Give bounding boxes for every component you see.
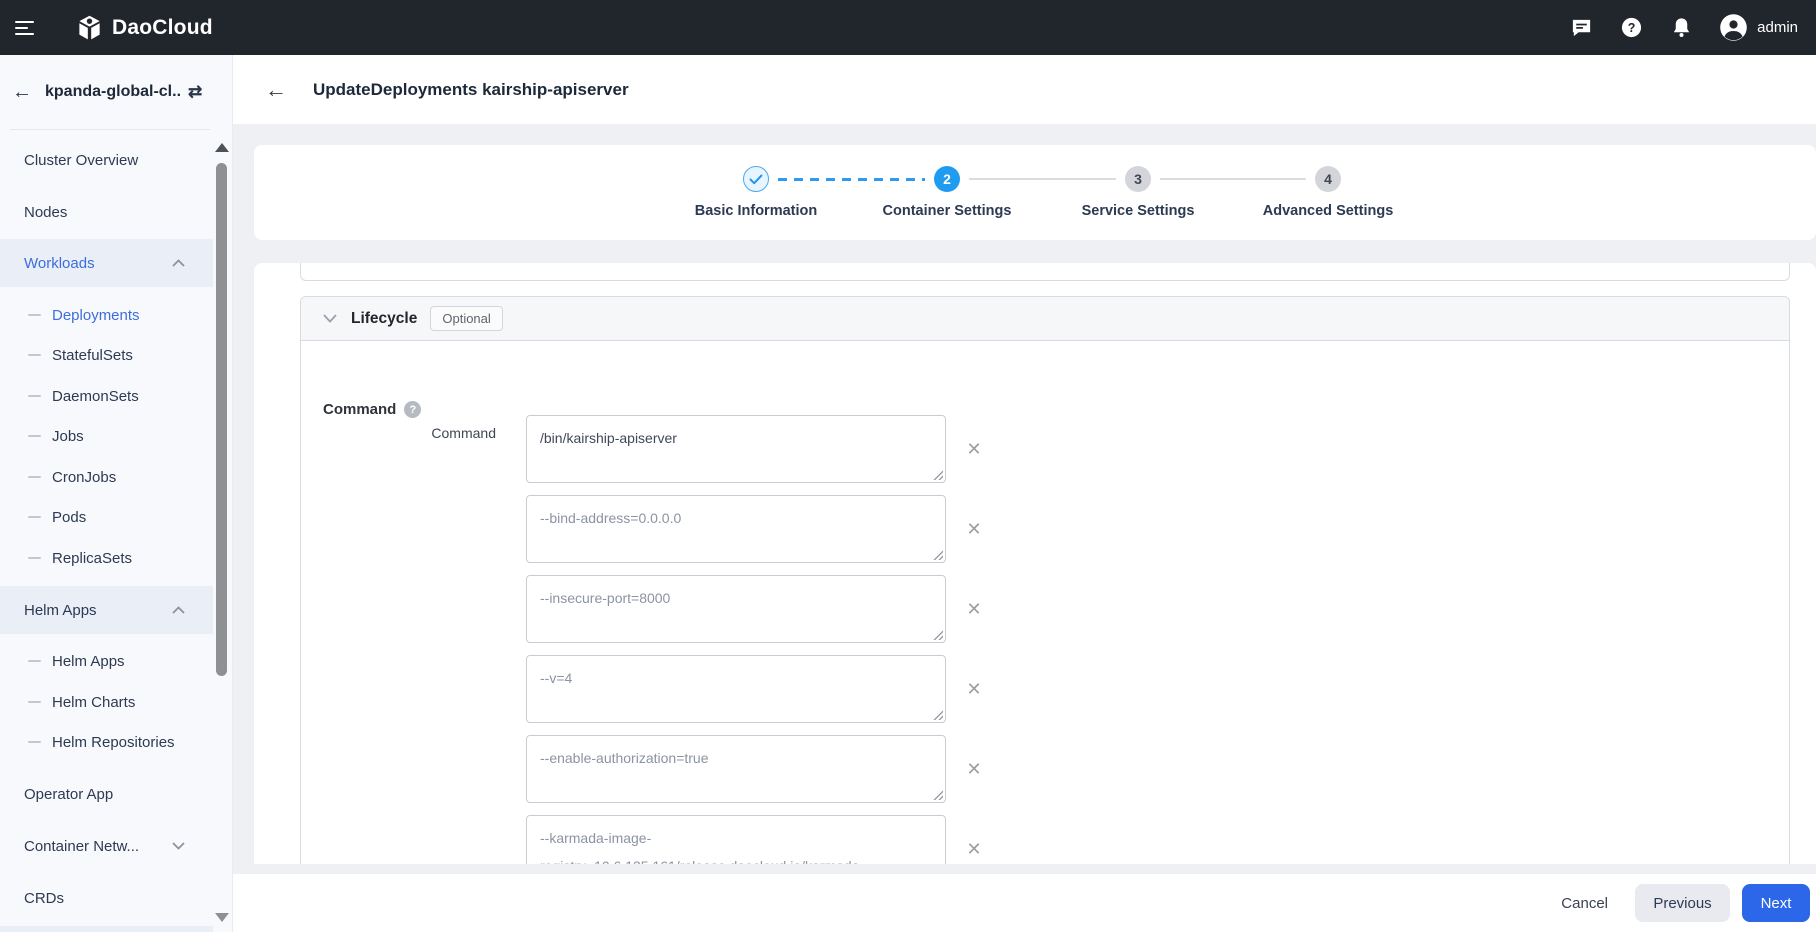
command-row-label: Command [336,425,496,441]
sidebar-item-daemonsets[interactable]: DaemonSets [0,376,213,416]
avatar [1719,13,1748,42]
command-input-5[interactable]: --enable-authorization=true [526,735,946,803]
sidebar-item-pods[interactable]: Pods [0,497,213,537]
sidebar-partial-row [0,926,213,932]
messages-icon[interactable] [1569,16,1593,40]
brand-name: DaoCloud [112,16,213,40]
sidebar-item-statefulsets[interactable]: StatefulSets [0,335,213,375]
command-input-2[interactable]: --bind-address=0.0.0.0 [526,495,946,563]
remove-command-2-icon[interactable]: ✕ [963,518,985,540]
sidebar-item-crds[interactable]: CRDs [0,874,213,922]
lifecycle-section-title: Lifecycle [351,310,417,328]
sidebar-scrollbar-thumb[interactable] [216,163,227,676]
step-connector [969,178,1116,180]
remove-command-5-icon[interactable]: ✕ [963,758,985,780]
command-input-1[interactable]: /bin/kairship-apiserver [526,415,946,483]
chevron-down-icon [172,842,185,850]
notifications-bell-icon[interactable] [1669,16,1693,40]
cluster-name: kpanda-global-cl... [45,83,180,101]
daocloud-logo-icon [76,14,103,41]
username: admin [1757,19,1798,36]
command-input-wrap: /bin/kairship-apiserver [526,415,946,483]
sidebar-item-cronjobs[interactable]: CronJobs [0,457,213,497]
command-input-wrap: --karmada-image-registry=10.6.135.161/re… [526,815,946,864]
sidebar-divider [10,129,210,130]
sidebar-item-helm-charts[interactable]: Helm Charts [0,682,213,722]
step-1-done-icon [743,166,769,192]
sidebar-item-helm-apps[interactable]: Helm Apps [0,641,213,681]
stepper: 2 3 4 Basic Information Container Settin… [254,145,1816,240]
page-back-icon[interactable]: ← [265,77,287,103]
command-group-title: Command ? [323,401,421,418]
step-2-current: 2 [934,166,960,192]
remove-command-6-icon[interactable]: ✕ [963,838,985,860]
top-bar: DaoCloud ? [0,0,1816,55]
help-icon[interactable]: ? [1619,16,1643,40]
step-label-container-settings: Container Settings [847,203,1047,219]
command-help-icon[interactable]: ? [404,401,421,418]
cluster-switch-icon[interactable]: ⇄ [188,82,202,102]
brand: DaoCloud [76,14,213,41]
previous-button[interactable]: Previous [1635,884,1730,922]
command-input-wrap: --v=4 [526,655,946,723]
sidebar: ← kpanda-global-cl... ⇄ Cluster Overview… [0,55,233,932]
command-input-wrap: --bind-address=0.0.0.0 [526,495,946,563]
command-input-4[interactable]: --v=4 [526,655,946,723]
step-connector [1160,178,1306,180]
step-label-basic-information: Basic Information [656,203,856,219]
remove-command-3-icon[interactable]: ✕ [963,598,985,620]
sidebar-item-deployments[interactable]: Deployments [0,295,213,335]
command-input-wrap: --enable-authorization=true [526,735,946,803]
sidebar-item-helm-repositories[interactable]: Helm Repositories [0,722,213,762]
chevron-down-icon [323,314,337,323]
command-input-3[interactable]: --insecure-port=8000 [526,575,946,643]
sidebar-item-nodes[interactable]: Nodes [0,188,213,236]
sidebar-item-jobs[interactable]: Jobs [0,416,213,456]
optional-badge: Optional [430,306,502,331]
sidebar-item-cluster-overview[interactable]: Cluster Overview [0,136,213,184]
step-connector-done [778,178,925,181]
sidebar-scroll-up-icon[interactable] [215,143,229,152]
step-3-pending: 3 [1125,166,1151,192]
form-panel: Lifecycle Optional Command ? Command /bi… [254,263,1816,864]
user-menu[interactable]: admin [1719,13,1798,42]
command-input-wrap: --insecure-port=8000 [526,575,946,643]
previous-section-partial [300,263,1790,281]
lifecycle-section-header[interactable]: Lifecycle Optional [301,297,1789,341]
page-header: ← UpdateDeployments kairship-apiserver [233,55,1816,124]
sidebar-cluster-header: ← kpanda-global-cl... ⇄ [0,55,232,129]
sidebar-item-workloads[interactable]: Workloads [0,239,213,287]
wizard-footer: Cancel Previous Next [233,874,1816,932]
sidebar-item-helm-apps-group[interactable]: Helm Apps [0,586,213,634]
chevron-up-icon [172,606,185,614]
step-label-advanced-settings: Advanced Settings [1228,203,1428,219]
step-4-pending: 4 [1315,166,1341,192]
cluster-back-icon[interactable]: ← [12,81,32,104]
chevron-up-icon [172,259,185,267]
sidebar-item-replicasets[interactable]: ReplicaSets [0,538,213,578]
sidebar-scroll-down-icon[interactable] [215,913,229,922]
command-input-6[interactable]: --karmada-image-registry=10.6.135.161/re… [526,815,946,864]
lifecycle-section: Lifecycle Optional Command ? Command /bi… [300,296,1790,864]
next-button[interactable]: Next [1742,884,1810,922]
page-title: UpdateDeployments kairship-apiserver [313,80,629,100]
remove-command-4-icon[interactable]: ✕ [963,678,985,700]
remove-command-1-icon[interactable]: ✕ [963,438,985,460]
sidebar-item-container-network[interactable]: Container Netw... [0,822,213,870]
menu-icon[interactable] [0,0,48,55]
svg-text:?: ? [1627,21,1635,35]
step-label-service-settings: Service Settings [1038,203,1238,219]
sidebar-item-operator-app[interactable]: Operator App [0,770,213,818]
cancel-button[interactable]: Cancel [1549,884,1620,922]
